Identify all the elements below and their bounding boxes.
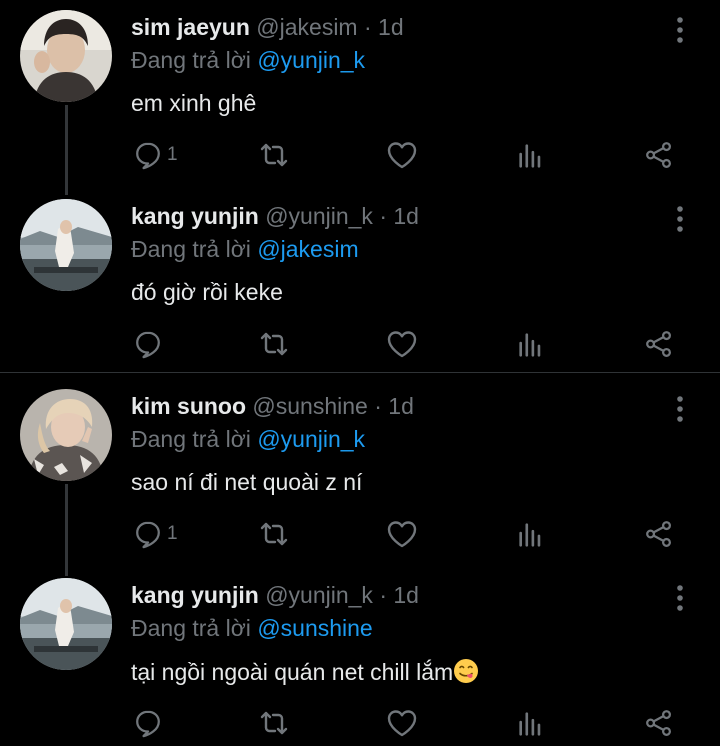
retweet-icon <box>258 518 290 550</box>
views-icon <box>516 708 546 738</box>
display-name[interactable]: kim sunoo <box>131 393 246 419</box>
tweet-header: sim jaeyun @jakesim · 1d <box>131 14 404 41</box>
heart-icon <box>386 518 418 550</box>
display-name[interactable]: sim jaeyun <box>131 14 250 40</box>
separator: · <box>363 14 372 40</box>
views-button[interactable] <box>516 329 546 359</box>
more-vertical-icon <box>670 395 690 423</box>
avatar[interactable] <box>20 389 112 481</box>
display-name[interactable]: kang yunjin <box>131 582 259 608</box>
retweet-icon <box>258 707 290 739</box>
timestamp[interactable]: 1d <box>393 582 419 608</box>
heart-icon <box>386 139 418 171</box>
share-icon <box>644 708 674 738</box>
share-button[interactable] <box>644 708 674 738</box>
reply-icon <box>133 519 163 549</box>
replying-to-label: Đang trả lời <box>131 615 251 641</box>
heart-icon <box>386 328 418 360</box>
reply-button[interactable] <box>133 329 167 359</box>
reply-count: 1 <box>167 523 178 544</box>
mention-link[interactable]: @sunshine <box>257 615 372 641</box>
like-button[interactable] <box>386 708 418 738</box>
reply-button[interactable]: 1 <box>133 519 178 549</box>
retweet-button[interactable] <box>258 140 290 170</box>
display-name[interactable]: kang yunjin <box>131 203 259 229</box>
mention-link[interactable]: @yunjin_k <box>257 426 365 452</box>
mention-link[interactable]: @jakesim <box>257 236 358 262</box>
views-button[interactable] <box>516 708 546 738</box>
replying-to: Đang trả lời @sunshine <box>131 615 373 642</box>
timestamp[interactable]: 1d <box>388 393 414 419</box>
tweet[interactable]: sim jaeyun @jakesim · 1d Đang trả lời @y… <box>0 0 720 195</box>
replying-to-label: Đang trả lời <box>131 47 251 73</box>
tweet-text: tại ngồi ngoài quán net chill lắm <box>131 658 479 686</box>
views-button[interactable] <box>516 140 546 170</box>
views-icon <box>516 329 546 359</box>
retweet-icon <box>258 328 290 360</box>
thread-line <box>65 484 68 576</box>
share-icon <box>644 329 674 359</box>
share-button[interactable] <box>644 329 674 359</box>
views-icon <box>516 519 546 549</box>
avatar[interactable] <box>20 578 112 670</box>
separator: · <box>374 393 382 419</box>
thread-divider <box>0 372 720 373</box>
views-icon <box>516 140 546 170</box>
tweet-header: kang yunjin @yunjin_k · 1d <box>131 203 419 230</box>
share-icon <box>644 140 674 170</box>
retweet-button[interactable] <box>258 329 290 359</box>
reply-count: 1 <box>167 144 178 165</box>
handle[interactable]: @jakesim <box>256 14 357 40</box>
more-options-button[interactable] <box>670 205 690 233</box>
tweet-text: đó giờ rồi keke <box>131 279 283 305</box>
tweet-header: kim sunoo @sunshine · 1d <box>131 393 414 420</box>
separator: · <box>379 203 387 229</box>
more-vertical-icon <box>670 205 690 233</box>
tweet-header: kang yunjin @yunjin_k · 1d <box>131 582 419 609</box>
replying-to: Đang trả lời @jakesim <box>131 236 359 263</box>
more-options-button[interactable] <box>670 395 690 423</box>
handle[interactable]: @yunjin_k <box>265 203 373 229</box>
tweet[interactable]: kim sunoo @sunshine · 1d Đang trả lời @y… <box>0 379 720 576</box>
mention-link[interactable]: @yunjin_k <box>257 47 365 73</box>
tweet[interactable]: kang yunjin @yunjin_k · 1d Đang trả lời … <box>0 568 720 746</box>
replying-to-label: Đang trả lời <box>131 236 251 262</box>
more-vertical-icon <box>670 16 690 44</box>
share-icon <box>644 519 674 549</box>
retweet-button[interactable] <box>258 708 290 738</box>
reply-icon <box>133 708 163 738</box>
tweet[interactable]: kang yunjin @yunjin_k · 1d Đang trả lời … <box>0 189 720 371</box>
tweet-text: em xinh ghê <box>131 90 257 116</box>
tweet-text: sao ní đi net quoài z ní <box>131 469 363 495</box>
replying-to: Đang trả lời @yunjin_k <box>131 426 365 453</box>
timestamp[interactable]: 1d <box>378 14 404 40</box>
more-options-button[interactable] <box>670 584 690 612</box>
tweet-text-content: tại ngồi ngoài quán net chill lắm <box>131 659 454 685</box>
timestamp[interactable]: 1d <box>393 203 419 229</box>
face-savoring-food-emoji <box>454 659 479 683</box>
more-options-button[interactable] <box>670 16 690 44</box>
heart-icon <box>386 707 418 739</box>
like-button[interactable] <box>386 140 418 170</box>
handle[interactable]: @yunjin_k <box>265 582 373 608</box>
replying-to: Đang trả lời @yunjin_k <box>131 47 365 74</box>
avatar[interactable] <box>20 10 112 102</box>
share-button[interactable] <box>644 140 674 170</box>
reply-icon <box>133 329 163 359</box>
avatar[interactable] <box>20 199 112 291</box>
thread-line <box>65 105 68 195</box>
handle[interactable]: @sunshine <box>252 393 367 419</box>
reply-icon <box>133 140 163 170</box>
retweet-icon <box>258 139 290 171</box>
reply-button[interactable]: 1 <box>133 140 178 170</box>
views-button[interactable] <box>516 519 546 549</box>
more-vertical-icon <box>670 584 690 612</box>
share-button[interactable] <box>644 519 674 549</box>
retweet-button[interactable] <box>258 519 290 549</box>
like-button[interactable] <box>386 329 418 359</box>
separator: · <box>379 582 387 608</box>
like-button[interactable] <box>386 519 418 549</box>
replying-to-label: Đang trả lời <box>131 426 251 452</box>
reply-button[interactable] <box>133 708 167 738</box>
